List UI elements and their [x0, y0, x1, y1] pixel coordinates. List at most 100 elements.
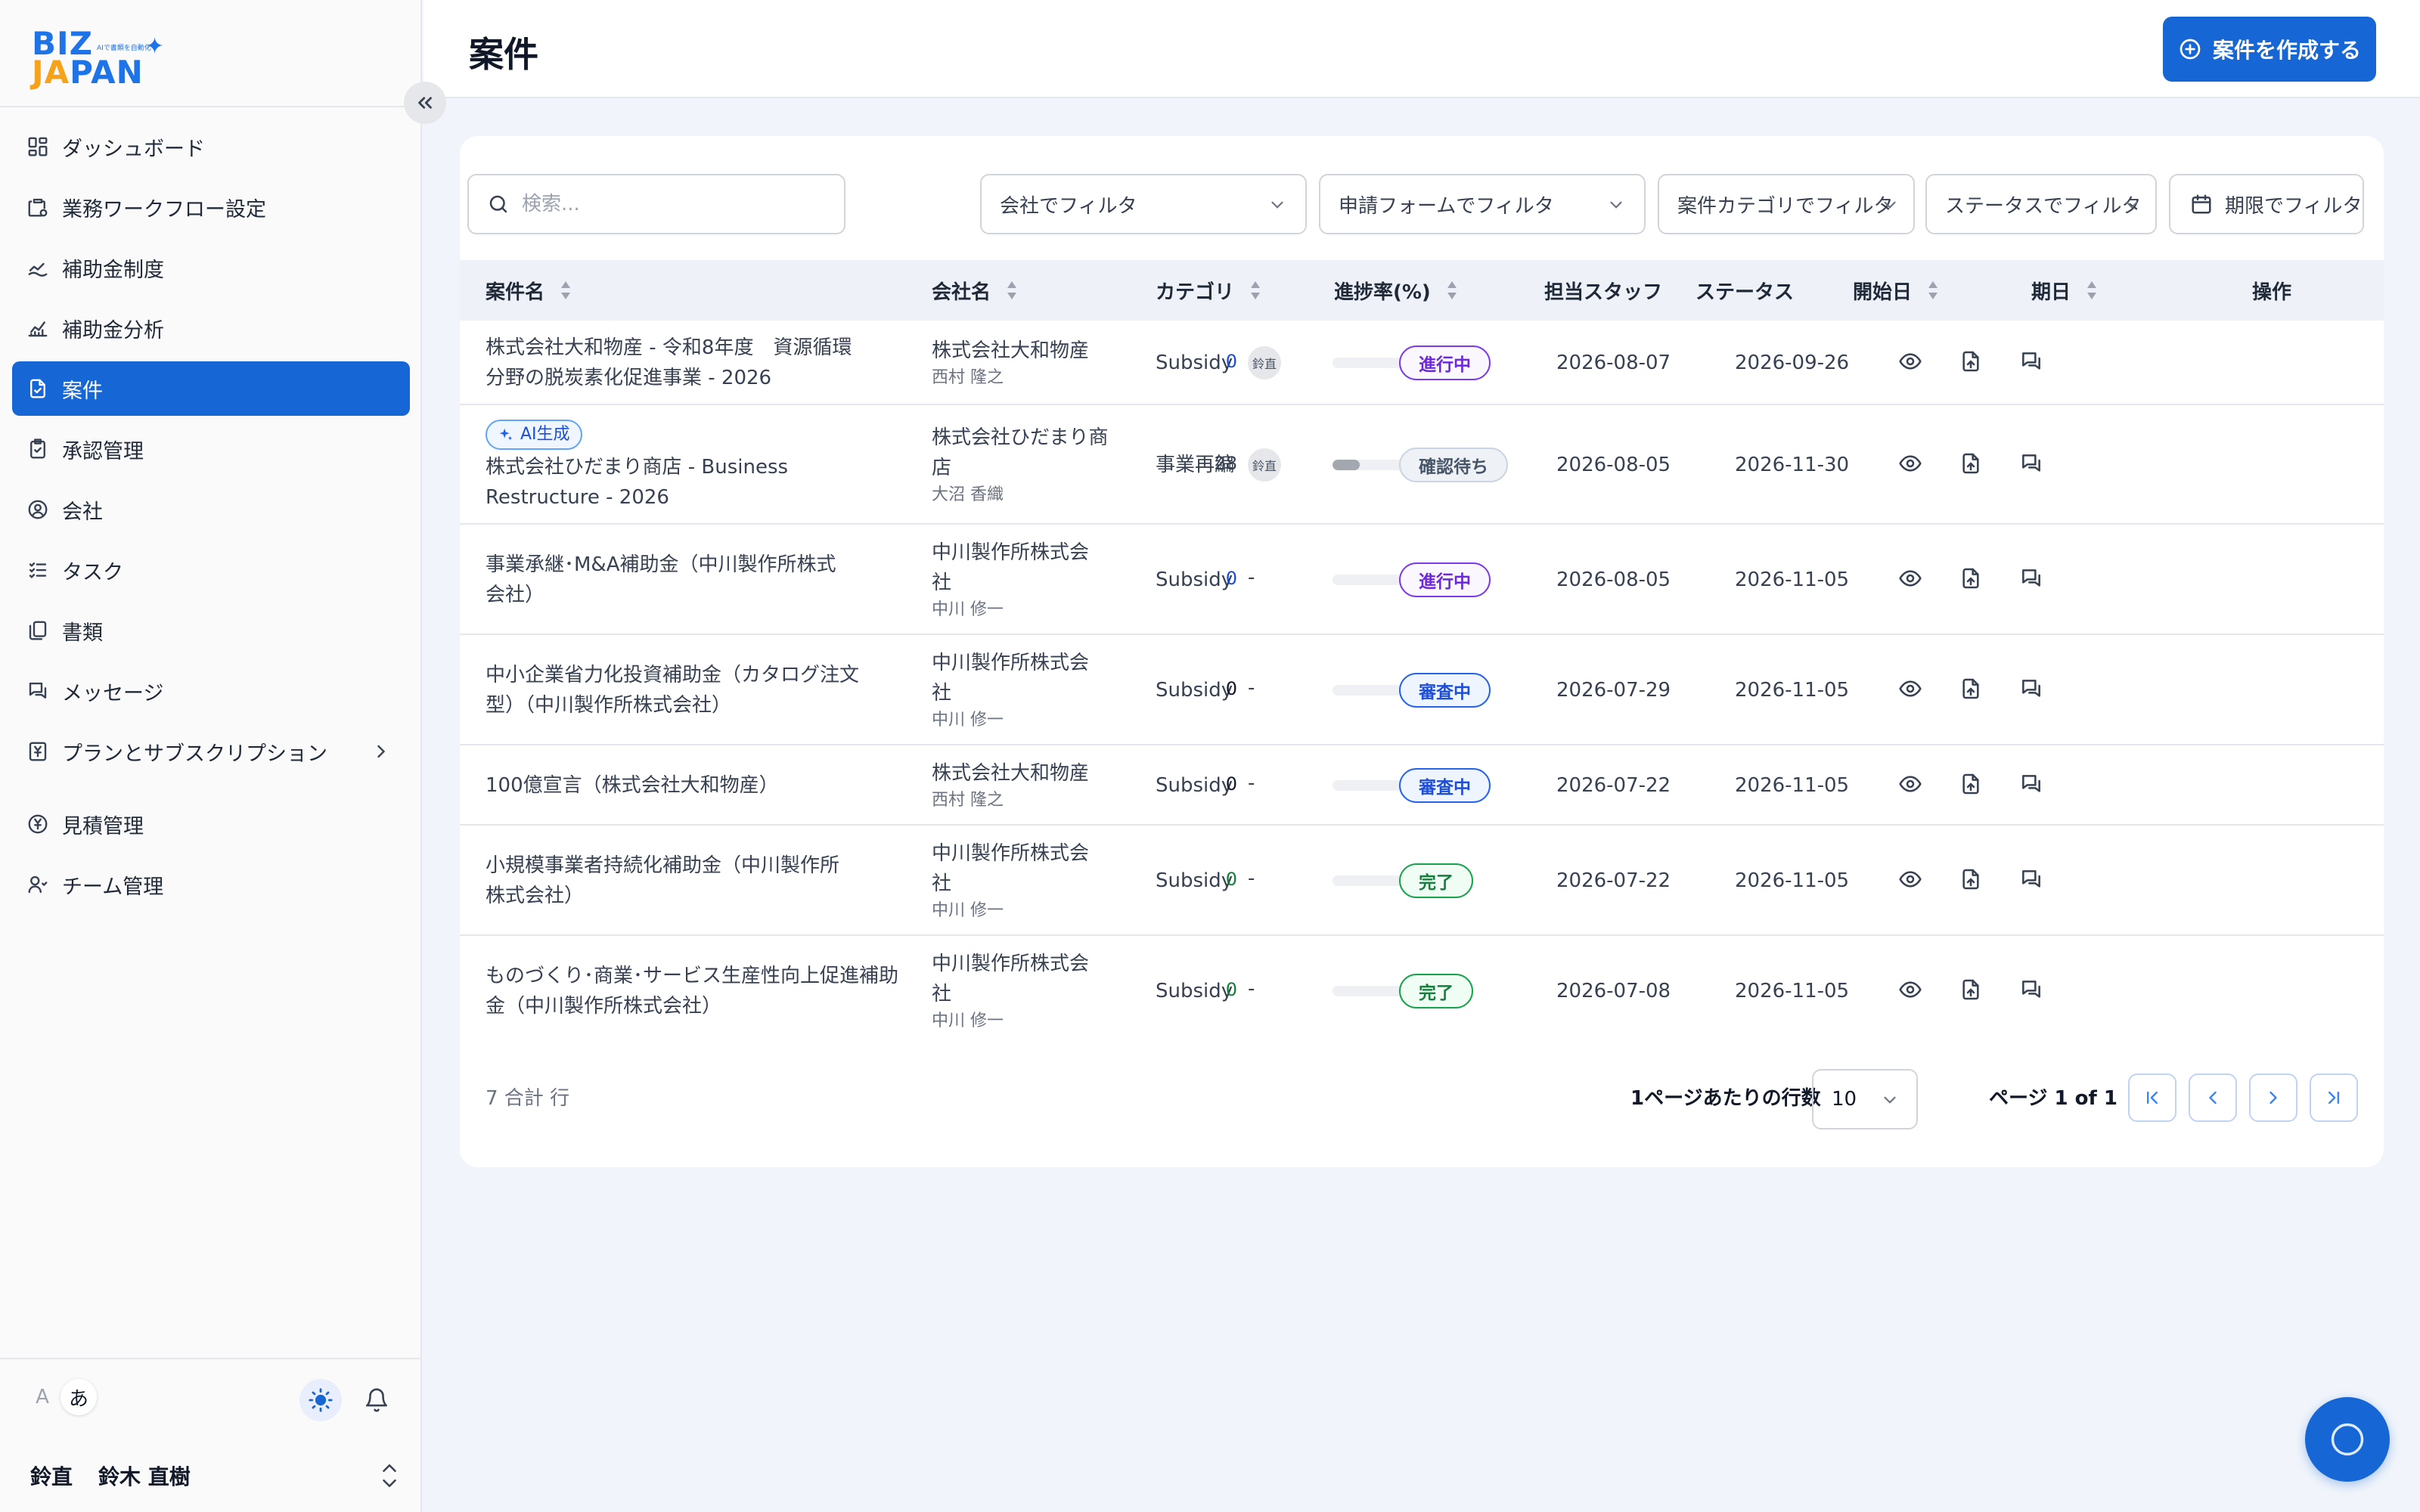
table-row[interactable]: 株式会社大和物産 - 令和8年度 資源循環 分野の脱炭素化促進事業 - 2026 株…	[460, 321, 2384, 405]
notifications-button[interactable]	[355, 1379, 398, 1421]
table-row[interactable]: 中小企業省力化投資補助金（カタログ注文 型）（中川製作所株式会社） 中川製作所株式会…	[460, 635, 2384, 745]
sidebar-item-label: ダッシュボード	[62, 137, 205, 161]
status-filter[interactable]: ステータスでフィルタ	[1925, 174, 2157, 234]
search-box[interactable]	[467, 174, 845, 234]
company-name-line: 中川製作所株式会	[932, 541, 1090, 564]
case-name[interactable]: 株式会社大和物産 - 令和8年度 資源循環 分野の脱炭素化促進事業 - 2026	[486, 333, 852, 393]
deadline-filter[interactable]: 期限でフィルタ	[2169, 174, 2364, 234]
comment-button[interactable]	[2016, 348, 2046, 378]
export-button[interactable]	[1956, 866, 1986, 896]
export-button[interactable]	[1956, 770, 1986, 801]
sidebar-item-team[interactable]: チーム管理	[12, 857, 410, 912]
comment-button[interactable]	[2016, 450, 2046, 480]
rows-per-page-select[interactable]: 10	[1812, 1069, 1918, 1129]
table-row[interactable]: 100億宣言（株式会社大和物産） 株式会社大和物産 西村 隆之 Subsidy 0- 審査…	[460, 745, 2384, 826]
row-actions	[1895, 770, 2077, 801]
case-name[interactable]: 中小企業省力化投資補助金（カタログ注文 型）（中川製作所株式会社）	[486, 660, 859, 720]
view-button[interactable]	[1895, 450, 1925, 480]
last-page-button[interactable]	[2310, 1074, 2358, 1122]
progress-value: 0	[1225, 979, 1237, 1000]
sidebar-item-case[interactable]: 案件	[12, 361, 410, 416]
column-header-0[interactable]: 案件名	[486, 260, 573, 321]
sidebar-item-dashboard[interactable]: ダッシュボード	[12, 119, 410, 174]
next-page-button[interactable]	[2249, 1074, 2297, 1122]
search-input[interactable]	[522, 193, 824, 215]
sidebar-item-subsidy[interactable]: 補助金制度	[12, 240, 410, 295]
view-button[interactable]	[1895, 675, 1925, 705]
export-button[interactable]	[1956, 675, 1986, 705]
start-date: 2026-07-22	[1556, 869, 1671, 892]
column-header-1[interactable]: 会社名	[932, 260, 1019, 321]
column-header-7[interactable]: 期日	[2031, 260, 2099, 321]
sidebar-bottom-divider	[0, 1358, 422, 1359]
sidebar-item-plan[interactable]: プランとサブスクリプション	[12, 724, 410, 779]
theme-toggle-button[interactable]	[299, 1379, 342, 1421]
case-name[interactable]: 小規模事業者持続化補助金（中川製作所 株式会社）	[486, 850, 839, 911]
case-name[interactable]: AI生成 株式会社ひだまり商店 - Business Restructure - 2…	[486, 420, 788, 513]
comment-button[interactable]	[2016, 565, 2046, 595]
export-button[interactable]	[1956, 976, 1986, 1006]
sidebar-item-document[interactable]: 書類	[12, 603, 410, 658]
sort-icon[interactable]	[1444, 279, 1460, 302]
sort-icon[interactable]	[1004, 279, 1019, 302]
comment-button[interactable]	[2016, 976, 2046, 1006]
column-header-label: ステータス	[1696, 280, 1795, 304]
sidebar-item-analytics[interactable]: 補助金分析	[12, 301, 410, 355]
view-button[interactable]	[1895, 348, 1925, 378]
total-rows-text: 7 合計 行	[486, 1087, 570, 1110]
table-row[interactable]: AI生成 株式会社ひだまり商店 - Business Restructure - 2…	[460, 405, 2384, 525]
company-filter[interactable]: 会社でフィルタ	[980, 174, 1307, 234]
create-case-button[interactable]: 案件を作成する	[2163, 17, 2376, 82]
start-date: 2026-08-05	[1556, 569, 1671, 591]
language-toggle[interactable]: A あ	[24, 1376, 109, 1418]
case-name[interactable]: 100億宣言（株式会社大和物産）	[486, 770, 779, 801]
lang-option-ja[interactable]: あ	[60, 1379, 97, 1415]
case-name[interactable]: ものづくり･商業･サービス生産性向上促進補助 金（中川製作所株式会社）	[486, 961, 898, 1021]
sort-icon[interactable]	[2084, 279, 2099, 302]
sidebar-item-company[interactable]: 会社	[12, 482, 410, 537]
company-name-line: 店	[932, 457, 952, 479]
sidebar-item-label: 会社	[62, 500, 103, 524]
sort-icon[interactable]	[558, 279, 573, 302]
chevron-down-icon	[1610, 201, 1622, 209]
sidebar-item-workflow[interactable]: 業務ワークフロー設定	[12, 180, 410, 234]
sidebar-item-task[interactable]: タスク	[12, 543, 410, 597]
app-logo[interactable]: BIZ AIで書類を自動化 ✦ JAPAN	[32, 28, 175, 89]
comment-button[interactable]	[2016, 866, 2046, 896]
case-name-line: 100億宣言（株式会社大和物産）	[486, 774, 779, 797]
comment-button[interactable]	[2016, 675, 2046, 705]
sort-icon[interactable]	[1248, 279, 1263, 302]
sort-icon[interactable]	[1925, 279, 1941, 302]
export-button[interactable]	[1956, 348, 1986, 378]
user-menu[interactable]: 鈴直 鈴木 直樹	[30, 1458, 401, 1494]
view-button[interactable]	[1895, 565, 1925, 595]
company-contact: 中川 修一	[932, 1012, 1004, 1030]
first-page-button[interactable]	[2128, 1074, 2176, 1122]
view-button[interactable]	[1895, 866, 1925, 896]
export-button[interactable]	[1956, 565, 1986, 595]
support-chat-button[interactable]	[2305, 1397, 2390, 1482]
view-button[interactable]	[1895, 770, 1925, 801]
form-filter[interactable]: 申請フォームでフィルタ	[1319, 174, 1646, 234]
comment-button[interactable]	[2016, 770, 2046, 801]
previous-page-button[interactable]	[2189, 1074, 2237, 1122]
progress-value: 0	[1225, 869, 1237, 890]
export-button[interactable]	[1956, 450, 1986, 480]
sidebar-item-message[interactable]: メッセージ	[12, 664, 410, 718]
status-badge: 審査中	[1399, 673, 1491, 708]
column-header-3[interactable]: 進捗率(%)	[1334, 260, 1460, 321]
view-button[interactable]	[1895, 976, 1925, 1006]
table-row[interactable]: 事業承継･M&A補助金（中川製作所株式 会社） 中川製作所株式会社中川 修一 Subs…	[460, 525, 2384, 635]
document-icon	[26, 618, 50, 643]
sidebar-item-approval[interactable]: 承認管理	[12, 422, 410, 476]
category-filter[interactable]: 案件カテゴリでフィルタ	[1658, 174, 1915, 234]
case-name[interactable]: 事業承継･M&A補助金（中川製作所株式 会社）	[486, 550, 836, 610]
sidebar-item-estimate[interactable]: 見積管理	[12, 797, 410, 851]
sidebar-collapse-button[interactable]	[404, 82, 446, 124]
table-row[interactable]: 小規模事業者持続化補助金（中川製作所 株式会社） 中川製作所株式会社中川 修一 Sub…	[460, 826, 2384, 936]
table-row[interactable]: ものづくり･商業･サービス生産性向上促進補助 金（中川製作所株式会社） 中川製作所株…	[460, 936, 2384, 1046]
chat-icon	[2019, 867, 2043, 894]
column-header-6[interactable]: 開始日	[1853, 260, 1941, 321]
column-header-2[interactable]: カテゴリ	[1156, 260, 1263, 321]
lang-option-en[interactable]: A	[24, 1379, 60, 1415]
